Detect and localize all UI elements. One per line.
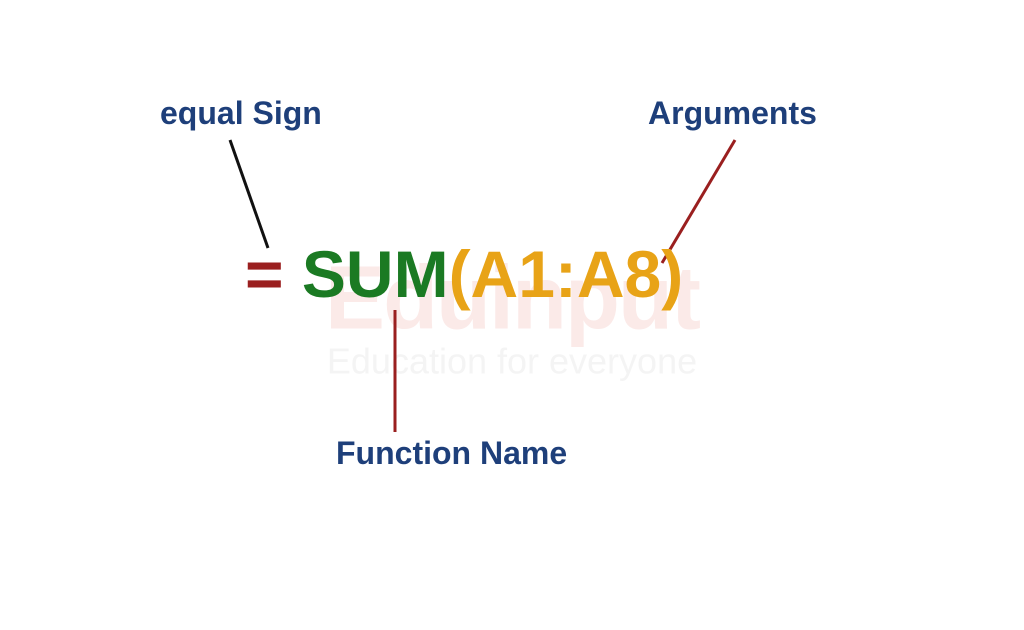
close-paren: ) xyxy=(661,237,683,311)
open-paren: ( xyxy=(449,237,471,311)
label-equal-sign: equal Sign xyxy=(160,95,322,132)
equals-symbol: = xyxy=(245,237,284,311)
function-name-text: SUM xyxy=(302,237,449,311)
label-function-name: Function Name xyxy=(336,435,567,472)
label-arguments: Arguments xyxy=(648,95,817,132)
formula-display: = SUM(A1:A8) xyxy=(245,236,683,312)
space xyxy=(284,237,302,311)
watermark-subtitle: Education for everyone xyxy=(325,341,699,383)
arguments-text: A1:A8 xyxy=(471,237,662,311)
connector-lines xyxy=(0,0,1024,630)
line-equal-sign xyxy=(230,140,268,248)
